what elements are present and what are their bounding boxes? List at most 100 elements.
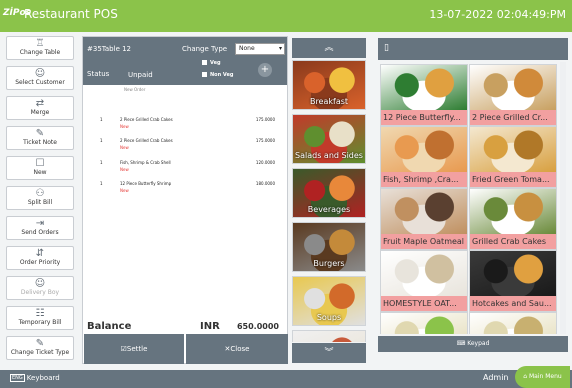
menu-item-name: Fried Green Toma... xyxy=(470,172,556,187)
currency: INR xyxy=(200,321,220,332)
main-menu-button[interactable]: ⌂ Main Menu xyxy=(515,366,570,388)
sidebar-button-send-orders[interactable]: ⇥ Send Orders xyxy=(6,216,74,240)
menu-item-name: 2 Piece Grilled Cr... xyxy=(470,110,556,125)
menu-item-tile[interactable] xyxy=(380,312,468,334)
menu-item-tile[interactable]: Hotcakes and Sau... xyxy=(469,250,557,312)
menu-item-name: HOMESTYLE OAT... xyxy=(381,296,467,311)
menu-item-image xyxy=(470,313,556,334)
nonveg-checkbox[interactable]: Non Veg xyxy=(202,72,234,78)
order-item-name: 12 Piece Butterfly Shrimp xyxy=(120,181,172,186)
category-label: Beverages xyxy=(307,205,351,214)
edit-ticket-icon: ✎ xyxy=(35,338,45,349)
sidebar-button-label: New xyxy=(33,169,47,176)
send-icon: ⇥ xyxy=(35,218,45,229)
close-button[interactable]: ✕Close xyxy=(186,334,288,364)
chevron-up-icon: ︽ xyxy=(324,43,334,53)
menu-item-name: Fish, Shrimp ,Cra... xyxy=(381,172,467,187)
menu-item-tile[interactable]: 2 Piece Grilled Cr... xyxy=(469,64,557,126)
person-icon: ☺ xyxy=(34,68,46,79)
order-item-row[interactable]: 1 Fish, Shrimp & Crab Shell New 120.0000 xyxy=(83,160,287,182)
order-item-qty: 1 xyxy=(100,160,103,165)
sidebar-button-ticket-note[interactable]: ✎ Ticket Note xyxy=(6,126,74,150)
new-order-label: New Order xyxy=(124,87,146,92)
menu-item-tile[interactable]: HOMESTYLE OAT... xyxy=(380,250,468,312)
keyboard-button[interactable]: ENG Keyboard xyxy=(10,374,60,382)
order-item-name: 2 Piece Grilled Crab Cakes xyxy=(120,117,173,122)
sidebar-button-label: Merge xyxy=(30,109,50,116)
order-header: #35Table 12 Change Type None ▾ Veg Non Ve… xyxy=(83,37,287,85)
status-value: Unpaid xyxy=(128,71,153,79)
keypad-button[interactable]: ⌨ Keypad xyxy=(378,336,568,352)
category-tile[interactable]: Beverages xyxy=(292,168,366,218)
order-item-row[interactable]: 1 2 Piece Grilled Crab Cakes New 175.0000 xyxy=(83,138,287,160)
order-item-name: 2 Piece Grilled Crab Cakes xyxy=(120,138,173,143)
category-list: Breakfast Salads and Sides Beverages Burger… xyxy=(292,60,368,342)
category-label: Burgers xyxy=(313,259,345,268)
menu-item-image xyxy=(381,127,467,172)
sidebar-button-label: Send Orders xyxy=(21,229,59,236)
keyboard-icon: ENG xyxy=(10,374,25,382)
settle-button[interactable]: ☑Settle xyxy=(84,334,184,364)
sidebar-button-label: Change Ticket Type xyxy=(10,349,70,356)
user-name: Admin xyxy=(483,373,509,382)
sidebar-button-label: Split Bill xyxy=(27,199,53,206)
item-grid: 12 Piece Butterfly... 2 Piece Grilled Cr.… xyxy=(378,60,572,334)
plus-icon: + xyxy=(260,64,270,75)
veg-checkbox[interactable]: Veg xyxy=(202,60,221,66)
balance-value: 650.0000 xyxy=(236,322,279,331)
menu-item-tile[interactable]: Fish, Shrimp ,Cra... xyxy=(380,126,468,188)
menu-item-image xyxy=(381,189,467,234)
items-header: ▯ xyxy=(378,38,568,60)
menu-item-image xyxy=(470,251,556,296)
menu-item-name: Grilled Crab Cakes xyxy=(470,234,556,249)
keyboard-icon: ⌨ xyxy=(456,340,468,347)
menu-item-tile[interactable] xyxy=(469,312,557,334)
split-icon: ⚇ xyxy=(35,188,45,199)
category-tile[interactable]: Breakfast xyxy=(292,60,366,110)
sidebar-button-new[interactable]: ☐ New xyxy=(6,156,74,180)
category-tile[interactable]: Salads and Sides xyxy=(292,114,366,164)
order-panel: #35Table 12 Change Type None ▾ Veg Non Ve… xyxy=(82,36,288,364)
chevron-down-icon: ▾ xyxy=(278,45,282,52)
add-button[interactable]: + xyxy=(258,63,272,77)
item-scrollbar[interactable] xyxy=(560,62,566,334)
sidebar-button-merge[interactable]: ⇄ Merge xyxy=(6,96,74,120)
category-tile[interactable]: Burgers xyxy=(292,222,366,272)
category-scroll-up[interactable]: ︽ xyxy=(292,38,366,58)
change-type-label: Change Type xyxy=(182,45,228,53)
sidebar-button-order-priority[interactable]: ⇵ Order Priority xyxy=(6,246,74,270)
priority-icon: ⇵ xyxy=(35,248,45,259)
delivery-icon: ☺ xyxy=(34,278,46,289)
sidebar-button-label: Ticket Note xyxy=(23,139,57,146)
order-item-row[interactable]: 1 12 Piece Butterfly Shrimp New 180.0000 xyxy=(83,181,287,203)
sidebar-button-split-bill[interactable]: ⚇ Split Bill xyxy=(6,186,74,210)
menu-item-name: Fruit Maple Oatmeal xyxy=(381,234,467,249)
sidebar-button-select-customer[interactable]: ☺ Select Customer xyxy=(6,66,74,90)
order-item-status: New xyxy=(120,145,129,150)
order-item-price: 175.0000 xyxy=(255,117,275,122)
sidebar-button-change-table[interactable]: ♖ Change Table xyxy=(6,36,74,60)
menu-item-image xyxy=(381,313,467,334)
menu-item-image xyxy=(381,65,467,110)
category-tile[interactable]: Soups xyxy=(292,276,366,326)
category-label: Salads and Sides xyxy=(295,151,363,160)
menu-item-image xyxy=(381,251,467,296)
menu-item-tile[interactable]: Fried Green Toma... xyxy=(469,126,557,188)
menu-item-tile[interactable]: Grilled Crab Cakes xyxy=(469,188,557,250)
menu-item-image xyxy=(470,65,556,110)
category-tile[interactable] xyxy=(292,330,366,342)
sidebar-button-label: Change Table xyxy=(19,49,61,56)
change-type-value: None xyxy=(239,45,255,52)
category-scroll-down[interactable]: ︾ xyxy=(292,343,366,363)
menu-item-tile[interactable]: 12 Piece Butterfly... xyxy=(380,64,468,126)
sidebar-button-change-ticket-type[interactable]: ✎ Change Ticket Type xyxy=(6,336,74,360)
bottom-bar: ENG Keyboard Admin xyxy=(0,370,572,388)
sidebar-button-temporary-bill[interactable]: ☷ Temporary Bill xyxy=(6,306,74,330)
phone-icon[interactable]: ▯ xyxy=(384,43,389,53)
balance-label: Balance xyxy=(87,321,132,332)
order-item-price: 120.0000 xyxy=(255,160,275,165)
sidebar-button-delivery-boy: ☺ Delivery Boy xyxy=(6,276,74,300)
order-item-row[interactable]: 1 2 Piece Grilled Crab Cakes New 175.0000 xyxy=(83,117,287,139)
menu-item-tile[interactable]: Fruit Maple Oatmeal xyxy=(380,188,468,250)
change-type-select[interactable]: None ▾ xyxy=(235,43,285,55)
